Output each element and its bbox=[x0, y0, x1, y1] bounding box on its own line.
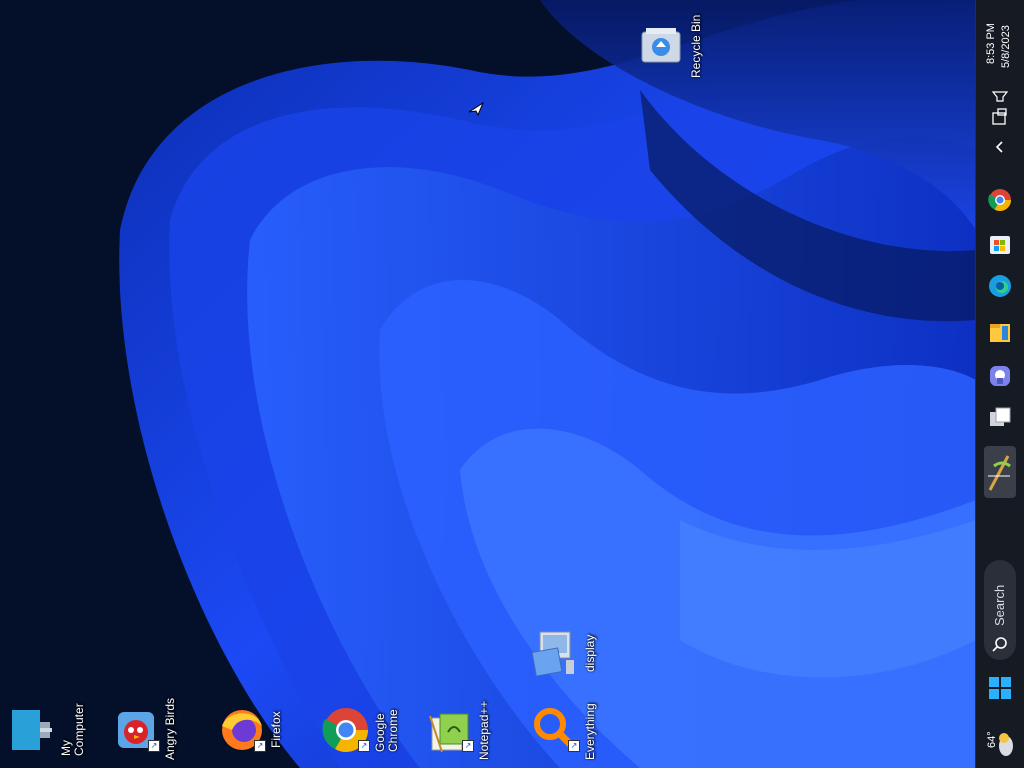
display-icon[interactable] bbox=[531, 630, 578, 678]
my-computer-label: My Computer bbox=[59, 703, 86, 756]
weather-icon[interactable] bbox=[998, 730, 1014, 758]
search-label: Search bbox=[992, 584, 1007, 626]
recycle-bin-label: Recycle Bin bbox=[689, 14, 703, 78]
show-hidden-icons-chevron-icon[interactable] bbox=[993, 140, 1007, 154]
taskbar-task-view-icon[interactable] bbox=[988, 406, 1012, 430]
shortcut-arrow-icon: ↗ bbox=[148, 740, 160, 752]
taskbar-store-icon[interactable] bbox=[988, 232, 1012, 256]
my-computer-icon[interactable] bbox=[10, 708, 52, 752]
taskbar-edge-icon[interactable] bbox=[988, 274, 1012, 298]
everything-label: Everything bbox=[583, 703, 597, 760]
network-icon[interactable] bbox=[991, 108, 1009, 126]
taskbar-file-explorer-icon[interactable] bbox=[988, 320, 1012, 344]
firefox-label: Firefox bbox=[269, 711, 283, 748]
taskbar-search-box[interactable]: Search bbox=[984, 560, 1016, 660]
taskbar-notepadpp-icon[interactable] bbox=[984, 446, 1016, 498]
shortcut-arrow-icon: ↗ bbox=[254, 740, 266, 752]
start-button[interactable] bbox=[988, 676, 1012, 700]
volume-muted-icon[interactable] bbox=[990, 84, 1010, 102]
recycle-bin-icon[interactable] bbox=[640, 26, 682, 66]
clock-time[interactable]: 8:53 PM bbox=[985, 23, 997, 64]
wallpaper-bloom-graphic bbox=[0, 0, 976, 768]
angry-birds-label: Angry Birds bbox=[163, 697, 177, 760]
search-icon bbox=[992, 636, 1008, 652]
weather-temperature[interactable]: 64° bbox=[986, 731, 998, 748]
taskbar-chrome-icon[interactable] bbox=[988, 188, 1012, 212]
notepadpp-label: Notepad++ bbox=[477, 700, 491, 760]
shortcut-arrow-icon: ↗ bbox=[568, 740, 580, 752]
clock-date[interactable]: 5/8/2023 bbox=[1000, 25, 1012, 68]
shortcut-arrow-icon: ↗ bbox=[358, 740, 370, 752]
shortcut-arrow-icon: ↗ bbox=[462, 740, 474, 752]
chrome-label: Google Chrome bbox=[373, 709, 400, 752]
mouse-cursor bbox=[468, 101, 485, 121]
display-label: display bbox=[583, 634, 597, 672]
taskbar-teams-icon[interactable] bbox=[988, 364, 1012, 388]
desktop-wallpaper bbox=[0, 0, 976, 768]
